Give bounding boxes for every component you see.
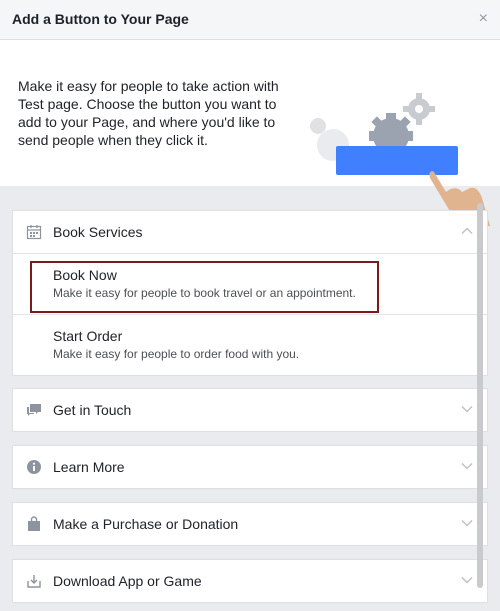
intro-panel: Make it easy for people to take action w… — [0, 40, 500, 226]
section-header-book-services[interactable]: Book Services — [13, 211, 487, 253]
section-purchase-donation[interactable]: Make a Purchase or Donation — [12, 502, 488, 546]
section-header-download-app[interactable]: Download App or Game — [13, 560, 487, 602]
section-label: Make a Purchase or Donation — [53, 516, 239, 532]
chevron-down-icon[interactable] — [461, 460, 473, 472]
section-header-learn-more[interactable]: Learn More — [13, 446, 487, 488]
calendar-icon — [26, 225, 42, 240]
option-start-order[interactable]: Start Order Make it easy for people to o… — [13, 314, 487, 375]
add-button-dialog: Add a Button to Your Page × Make it easy… — [0, 0, 500, 611]
section-get-in-touch[interactable]: Get in Touch — [12, 388, 488, 432]
section-download-app[interactable]: Download App or Game — [12, 559, 488, 603]
button-illustration — [310, 93, 490, 226]
section-label: Book Services — [53, 224, 143, 240]
chat-bubbles-icon — [27, 404, 41, 416]
option-title: Start Order — [53, 328, 123, 344]
shopping-bag-icon — [28, 516, 40, 531]
section-label: Learn More — [53, 459, 125, 475]
download-icon — [27, 575, 41, 588]
chevron-down-icon[interactable] — [461, 403, 473, 415]
section-book-services: Book Services Book Now Make it easy for … — [12, 210, 488, 376]
dialog-title: Add a Button to Your Page — [12, 11, 189, 27]
option-description: Make it easy for people to order food wi… — [53, 347, 300, 361]
info-icon — [27, 460, 41, 474]
section-learn-more[interactable]: Learn More — [12, 445, 488, 489]
section-label: Download App or Game — [53, 573, 202, 589]
intro-text: Make it easy for people to take action w… — [18, 78, 279, 148]
close-icon[interactable]: × — [479, 10, 488, 28]
dialog-header: Add a Button to Your Page × — [0, 0, 500, 40]
section-header-purchase-donation[interactable]: Make a Purchase or Donation — [13, 503, 487, 545]
scrollbar-thumb[interactable] — [477, 203, 483, 588]
chevron-down-icon[interactable] — [461, 574, 473, 586]
section-header-get-in-touch[interactable]: Get in Touch — [13, 389, 487, 431]
section-label: Get in Touch — [53, 402, 132, 418]
chevron-up-icon[interactable] — [461, 225, 473, 237]
selection-highlight — [30, 261, 379, 313]
chevron-down-icon[interactable] — [461, 517, 473, 529]
